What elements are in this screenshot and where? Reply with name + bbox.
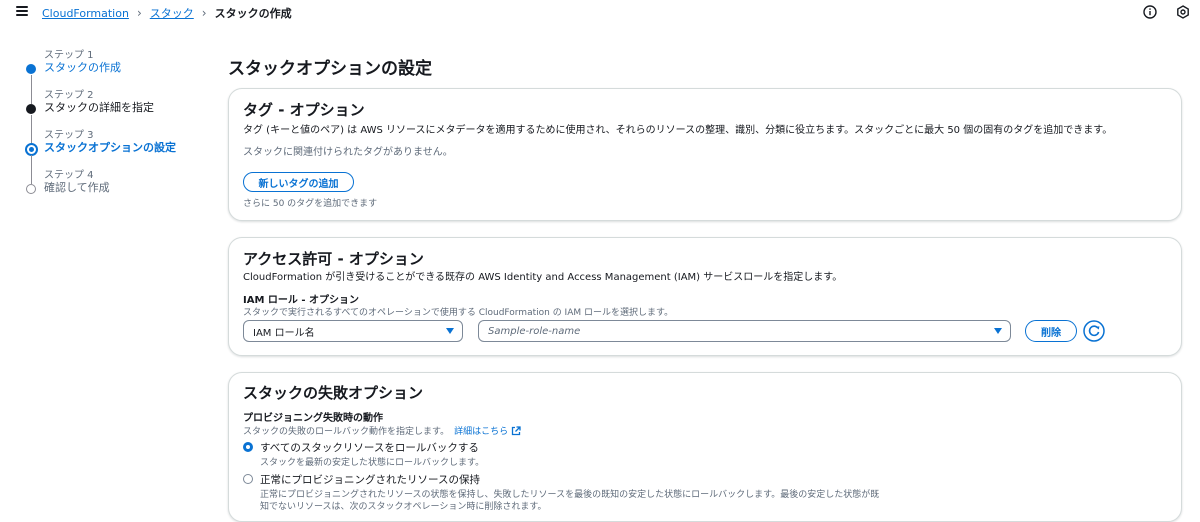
iam-role-name-select[interactable]: Sample-role-name xyxy=(478,320,1011,342)
iam-role-label: IAM ロール - オプション xyxy=(243,295,360,306)
delete-role-button[interactable]: 削除 xyxy=(1025,320,1077,342)
preserve-resources-description-2: 知でないリソースは、次のスタックオペレーション時に削除されます。 xyxy=(260,502,547,512)
step-4: ステップ 4 確認して作成 xyxy=(20,166,200,206)
step-current-dot xyxy=(24,142,38,156)
step-label-current: スタックオプションの設定 xyxy=(44,141,176,154)
chevron-right-icon: › xyxy=(136,6,142,20)
page-title: スタックオプションの設定 xyxy=(228,59,432,79)
behavior-desc-text: スタックの失敗のロールバック動作を指定します。 xyxy=(243,427,450,437)
step-3: ステップ 3 スタックオプションの設定 xyxy=(20,126,200,184)
tags-empty-message: スタックに関連付けられたタグがありません。 xyxy=(243,147,453,158)
step-label[interactable]: スタックの詳細を指定 xyxy=(44,99,154,115)
step-label: 確認して作成 xyxy=(44,181,110,194)
step-2[interactable]: ステップ 2 スタックの詳細を指定 xyxy=(20,86,200,144)
settings-icon[interactable] xyxy=(1176,5,1190,19)
wizard-steps: ステップ 1 スタックの作成 ステップ 2 スタックの詳細を指定 ステップ 3 … xyxy=(20,46,200,206)
rollback-all-description: スタックを最新の安定した状態にロールバックします。 xyxy=(260,458,485,468)
preserve-resources-label[interactable]: 正常にプロビジョニングされたリソースの保持 xyxy=(260,472,480,487)
step-pending-dot xyxy=(26,184,36,194)
step-complete-dot xyxy=(26,104,36,114)
permissions-description: CloudFormation が引き受けることができる既存の AWS Ident… xyxy=(243,272,843,283)
caret-down-icon xyxy=(446,328,454,334)
info-icon[interactable] xyxy=(1143,5,1157,19)
breadcrumb-stacks[interactable]: スタック xyxy=(150,5,194,21)
failure-options-title: スタックの失敗オプション xyxy=(243,384,424,402)
add-tag-button[interactable]: 新しいタグの追加 xyxy=(243,172,354,192)
menu-icon[interactable] xyxy=(16,6,28,16)
iam-role-type-value: IAM ロール名 xyxy=(253,327,315,339)
iam-role-name-placeholder: Sample-role-name xyxy=(488,325,581,337)
iam-role-description: スタックで実行されるすべてのオペレーションで使用する CloudFormatio… xyxy=(243,308,674,318)
caret-down-icon xyxy=(994,328,1002,334)
external-link-icon[interactable] xyxy=(511,425,521,436)
preserve-resources-radio[interactable] xyxy=(243,474,253,484)
learn-more-link[interactable]: 詳細はこちら xyxy=(454,424,508,437)
refresh-icon[interactable] xyxy=(1083,320,1105,342)
permissions-title: アクセス許可 - オプション xyxy=(243,250,424,268)
provisioning-failure-label: プロビジョニング失敗時の動作 xyxy=(243,413,383,424)
breadcrumb-current: スタックの作成 xyxy=(214,7,292,20)
rollback-all-radio[interactable] xyxy=(243,442,253,452)
step-label[interactable]: スタックの作成 xyxy=(44,59,121,75)
tags-description: タグ (キーと値のペア) は AWS リソースにメタデータを適用するために使用さ… xyxy=(243,125,1113,136)
rollback-all-label[interactable]: すべてのスタックリソースをロールバックする xyxy=(260,440,479,455)
top-bar: CloudFormation › スタック › スタックの作成 xyxy=(0,0,1200,26)
tags-panel: タグ - オプション タグ (キーと値のペア) は AWS リソースにメタデータ… xyxy=(228,88,1182,221)
provisioning-failure-description: スタックの失敗のロールバック動作を指定します。 詳細はこちら xyxy=(243,424,521,437)
breadcrumb: CloudFormation › スタック › スタックの作成 xyxy=(42,5,292,21)
permissions-panel: アクセス許可 - オプション CloudFormation が引き受けることがで… xyxy=(228,237,1182,356)
failure-options-panel: スタックの失敗オプション プロビジョニング失敗時の動作 スタックの失敗のロールバ… xyxy=(228,372,1182,522)
step-complete-dot xyxy=(26,64,36,74)
iam-role-type-select[interactable]: IAM ロール名 xyxy=(243,320,463,342)
tags-hint: さらに 50 のタグを追加できます xyxy=(243,199,378,209)
chevron-right-icon: › xyxy=(201,6,207,20)
breadcrumb-cloudformation[interactable]: CloudFormation xyxy=(42,7,129,20)
tags-title: タグ - オプション xyxy=(243,101,365,119)
step-1[interactable]: ステップ 1 スタックの作成 xyxy=(20,46,200,104)
